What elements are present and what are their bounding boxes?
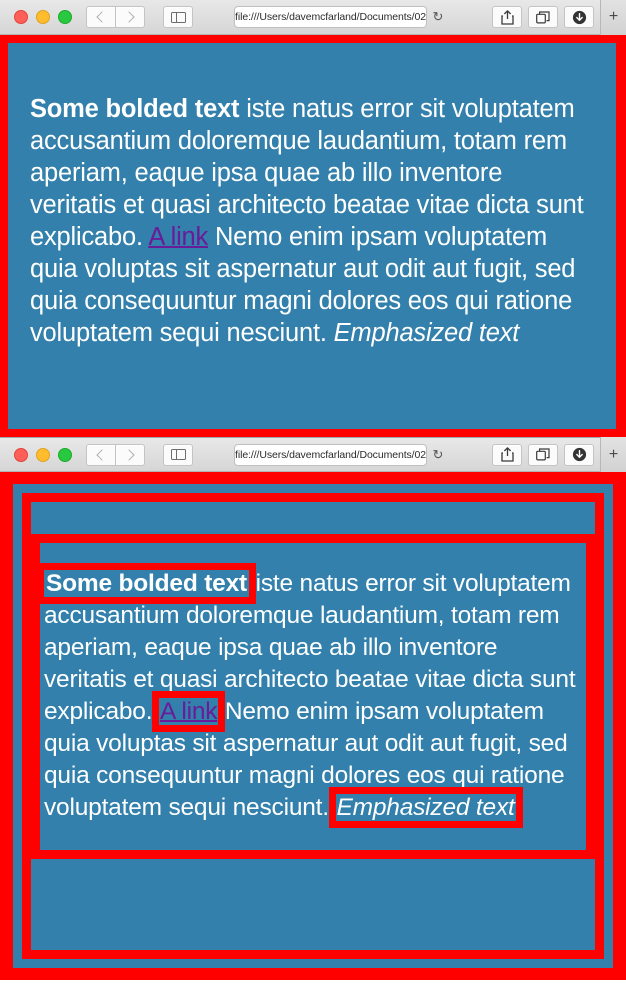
annotation-spacer-top — [31, 502, 595, 534]
annotation-box-emphasis: Emphasized text — [335, 793, 516, 821]
address-bar-text-bottom: file:///Users/davemcfarland/Documents/02 — [235, 448, 426, 461]
maximize-window-button-bottom[interactable] — [58, 447, 72, 462]
annotation-spacer-bottom — [31, 865, 595, 907]
share-icon — [500, 447, 514, 462]
a-link-top[interactable]: A link — [148, 223, 208, 251]
annotation-box-paragraph: Some bolded text iste natus error sit vo… — [31, 534, 595, 859]
reload-icon[interactable]: ↻ — [431, 10, 445, 24]
sidebar-toggle-button[interactable] — [163, 6, 193, 28]
sidebar-icon — [170, 11, 186, 23]
tab-overview-button-bottom[interactable] — [528, 443, 559, 466]
new-tab-button-bottom[interactable]: + — [600, 437, 626, 472]
annotation-box-body-element: Some bolded text iste natus error sit vo… — [22, 493, 604, 959]
share-button[interactable] — [492, 6, 523, 28]
close-window-button-bottom[interactable] — [14, 447, 28, 462]
paragraph-top: Some bolded text iste natus error sit vo… — [30, 93, 594, 349]
minimize-window-button[interactable] — [36, 10, 50, 24]
toolbar-right-group-bottom — [492, 443, 595, 466]
browser-window-bottom: file:///Users/davemcfarland/Documents/02… — [0, 437, 626, 980]
toolbar-right-group — [492, 6, 595, 28]
downloads-button-bottom[interactable] — [564, 443, 595, 466]
page-body-bottom: Some bolded text iste natus error sit vo… — [13, 484, 613, 968]
forward-button[interactable] — [115, 6, 145, 28]
tabs-icon — [536, 10, 550, 24]
a-link-bottom[interactable]: A link — [158, 697, 219, 725]
download-icon — [572, 10, 586, 24]
chevron-left-icon — [96, 11, 108, 23]
forward-button-bottom[interactable] — [115, 443, 145, 466]
navigation-button-group-bottom — [86, 443, 145, 466]
traffic-lights — [14, 10, 72, 24]
sidebar-toggle-button-bottom[interactable] — [163, 443, 193, 466]
address-bar-bottom[interactable]: file:///Users/davemcfarland/Documents/02… — [234, 443, 443, 466]
address-bar-text: file:///Users/davemcfarland/Documents/02 — [235, 11, 426, 23]
minimize-window-button-bottom[interactable] — [36, 447, 50, 462]
download-icon — [572, 447, 586, 462]
share-button-bottom[interactable] — [492, 443, 523, 466]
reload-icon[interactable]: ↻ — [431, 447, 445, 462]
chevron-right-icon — [123, 448, 135, 461]
address-bar[interactable]: file:///Users/davemcfarland/Documents/02… — [234, 6, 443, 28]
emphasized-text-bottom: Emphasized text — [336, 793, 515, 821]
back-button-bottom[interactable] — [86, 443, 116, 466]
paragraph-bottom: Some bolded text iste natus error sit vo… — [44, 568, 582, 824]
maximize-window-button[interactable] — [58, 10, 72, 24]
chevron-right-icon — [123, 11, 135, 23]
bold-text-bottom: Some bolded text — [46, 569, 247, 597]
browser-toolbar: file:///Users/davemcfarland/Documents/02… — [0, 0, 626, 35]
browser-toolbar-bottom: file:///Users/davemcfarland/Documents/02… — [0, 437, 626, 472]
downloads-button[interactable] — [564, 6, 595, 28]
page-body-top: Some bolded text iste natus error sit vo… — [8, 43, 616, 429]
web-page-content-bottom: Some bolded text iste natus error sit vo… — [0, 472, 626, 980]
traffic-lights-bottom — [14, 447, 72, 462]
browser-window-top: file:///Users/davemcfarland/Documents/02… — [0, 0, 626, 437]
emphasized-text-top: Emphasized text — [333, 318, 520, 347]
chevron-left-icon — [96, 448, 108, 461]
bold-text-top: Some bolded text — [30, 94, 240, 123]
close-window-button[interactable] — [14, 10, 28, 24]
tab-overview-button[interactable] — [528, 6, 559, 28]
share-icon — [500, 9, 514, 25]
navigation-button-group — [86, 6, 145, 28]
tabs-icon — [536, 448, 550, 461]
back-button[interactable] — [86, 6, 116, 28]
annotation-box-bold: Some bolded text — [44, 569, 249, 597]
sidebar-icon — [170, 449, 186, 460]
web-page-content-top: Some bolded text iste natus error sit vo… — [0, 35, 626, 437]
new-tab-button[interactable]: + — [600, 0, 626, 35]
